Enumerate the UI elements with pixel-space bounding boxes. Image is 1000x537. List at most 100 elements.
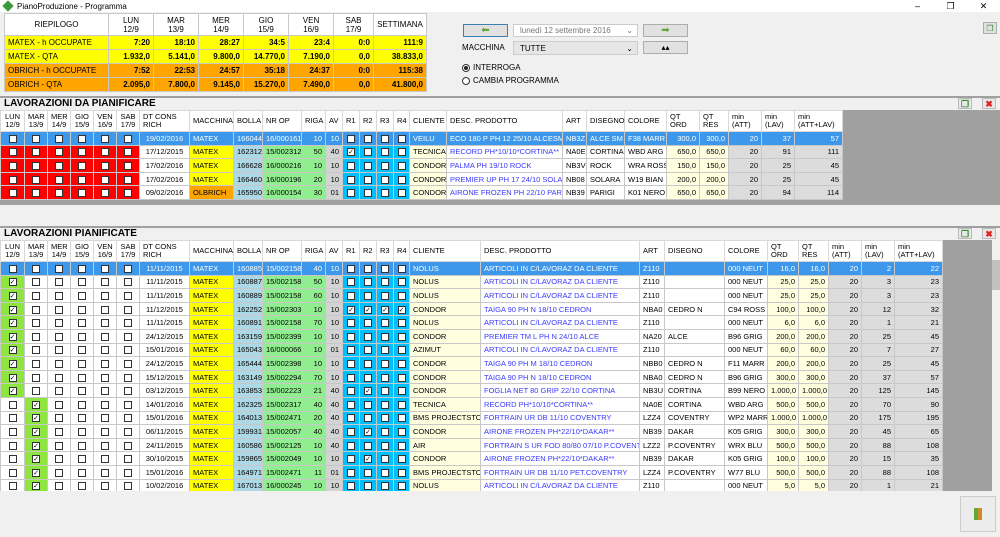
column-header-day[interactable]: GIO 15/9	[70, 110, 94, 132]
r1-checkbox[interactable]	[347, 189, 355, 198]
table-row[interactable]: ✓ 24/12/2015 MATEX 165444 15/002398 10 10 CONDO…	[0, 356, 943, 371]
r3-checkbox[interactable]	[381, 319, 389, 328]
day-checkbox[interactable]	[78, 291, 86, 300]
day-checkbox[interactable]	[78, 189, 86, 198]
r4-checkbox-cell[interactable]	[393, 131, 410, 146]
day-checkbox[interactable]: ✓	[32, 482, 40, 491]
r3-checkbox-cell[interactable]	[376, 478, 394, 491]
day-checkbox[interactable]: ✓	[8, 346, 17, 355]
day-checkbox[interactable]: ✓	[8, 264, 17, 273]
r4-checkbox-cell[interactable]	[393, 342, 410, 358]
day-checkbox[interactable]	[124, 148, 132, 157]
r3-checkbox[interactable]	[381, 468, 389, 477]
r1-checkbox-cell[interactable]	[342, 369, 360, 385]
day-checkbox[interactable]	[78, 482, 86, 491]
day-checkbox-cell[interactable]	[116, 274, 140, 290]
r4-checkbox-cell[interactable]	[393, 171, 410, 187]
day-checkbox-cell[interactable]	[47, 301, 71, 317]
day-checkbox-cell[interactable]	[70, 328, 94, 344]
r4-checkbox-cell[interactable]	[393, 396, 410, 412]
r1-checkbox-cell[interactable]	[342, 410, 360, 426]
day-checkbox[interactable]	[55, 189, 63, 198]
day-checkbox[interactable]	[55, 427, 63, 436]
search-button[interactable]: ▴▴	[643, 41, 688, 54]
day-checkbox-cell[interactable]	[93, 171, 117, 187]
table-row[interactable]: ✓ 10/02/2016 MATEX 167013 16/000245 10 10 NOLUS…	[0, 478, 943, 491]
day-checkbox-cell[interactable]	[93, 261, 117, 276]
table-row[interactable]: 19/02/2016 MATEX 166044 16/000161 10 10 VEILU E…	[0, 131, 843, 146]
r2-checkbox[interactable]	[364, 291, 372, 300]
day-checkbox[interactable]	[32, 346, 40, 355]
r1-checkbox[interactable]	[347, 319, 355, 328]
day-checkbox-cell[interactable]	[116, 131, 140, 146]
column-header-colore[interactable]: COLORE	[724, 240, 768, 262]
r1-checkbox-cell[interactable]	[342, 437, 360, 453]
column-header-r4[interactable]: R4	[393, 110, 410, 132]
column-header-r1[interactable]: R1	[342, 110, 360, 132]
day-checkbox-cell[interactable]	[47, 131, 71, 146]
day-checkbox-cell[interactable]	[47, 437, 71, 453]
vertical-scrollbar[interactable]	[992, 240, 1000, 491]
close-window-button[interactable]: ✕	[967, 0, 1000, 12]
day-checkbox-cell[interactable]	[116, 261, 140, 276]
day-checkbox[interactable]	[101, 305, 109, 314]
table-row[interactable]: ✓ 11/12/2015 MATEX 162252 15/002303 10 10 ✓ ✓ ✓ ✓ C…	[0, 301, 943, 317]
day-checkbox-cell[interactable]	[24, 261, 48, 276]
r1-checkbox[interactable]	[347, 441, 355, 450]
r1-checkbox-cell[interactable]	[342, 328, 360, 344]
r2-checkbox-cell[interactable]: ✓	[359, 383, 377, 398]
day-checkbox-cell[interactable]	[70, 464, 94, 480]
day-checkbox-cell[interactable]	[24, 288, 48, 303]
day-checkbox-cell[interactable]: ✓	[24, 451, 48, 466]
day-checkbox[interactable]	[124, 400, 132, 409]
day-checkbox-cell[interactable]	[93, 356, 117, 371]
r2-checkbox-cell[interactable]	[359, 131, 377, 146]
day-checkbox-cell[interactable]	[116, 396, 140, 412]
day-checkbox-cell[interactable]	[93, 288, 117, 303]
day-checkbox-cell[interactable]	[0, 410, 25, 426]
day-checkbox-cell[interactable]	[116, 144, 140, 160]
r2-checkbox[interactable]	[364, 359, 372, 368]
day-checkbox-cell[interactable]	[0, 437, 25, 453]
r1-checkbox-cell[interactable]	[342, 158, 360, 173]
r4-checkbox[interactable]	[397, 189, 406, 198]
r4-checkbox[interactable]	[397, 175, 406, 184]
day-checkbox-cell[interactable]	[70, 144, 94, 160]
r4-checkbox-cell[interactable]	[393, 383, 410, 398]
r4-checkbox-cell[interactable]	[393, 328, 410, 344]
day-checkbox[interactable]	[78, 264, 86, 273]
day-checkbox[interactable]	[101, 387, 109, 396]
column-header-dt[interactable]: DT CONS RICH	[139, 240, 190, 262]
column-header-min-lav[interactable]: min (LAV)	[761, 110, 795, 132]
day-checkbox-cell[interactable]	[93, 131, 117, 146]
day-checkbox[interactable]	[124, 319, 132, 328]
day-checkbox-cell[interactable]	[0, 171, 25, 187]
r2-checkbox-cell[interactable]	[359, 478, 377, 491]
day-checkbox[interactable]	[8, 161, 17, 170]
table-row[interactable]: ✓ 11/11/2015 MATEX 160889 15/002158 60 10 NOLUS…	[0, 288, 943, 303]
r1-checkbox-cell[interactable]	[342, 396, 360, 412]
r1-checkbox[interactable]	[347, 291, 355, 300]
day-checkbox[interactable]	[32, 305, 40, 314]
column-header-r3[interactable]: R3	[376, 110, 394, 132]
day-checkbox[interactable]	[78, 319, 86, 328]
r2-checkbox-cell[interactable]	[359, 437, 377, 453]
r2-checkbox-cell[interactable]	[359, 261, 377, 276]
column-header-min-lav[interactable]: min (LAV)	[861, 240, 895, 262]
day-checkbox[interactable]	[101, 148, 109, 157]
day-checkbox-cell[interactable]	[47, 185, 71, 200]
day-checkbox[interactable]	[101, 278, 109, 287]
r4-checkbox[interactable]	[397, 441, 406, 450]
day-checkbox-cell[interactable]	[0, 451, 25, 466]
r4-checkbox-cell[interactable]	[393, 261, 410, 276]
r2-checkbox-cell[interactable]	[359, 356, 377, 371]
day-checkbox[interactable]	[101, 441, 109, 450]
day-checkbox[interactable]	[32, 148, 40, 157]
day-checkbox-cell[interactable]	[47, 342, 71, 358]
r3-checkbox-cell[interactable]	[376, 396, 394, 412]
day-checkbox[interactable]	[55, 278, 63, 287]
column-header-macchina[interactable]: MACCHINA	[189, 240, 234, 262]
r3-checkbox[interactable]	[381, 373, 389, 382]
r1-checkbox-cell[interactable]: ✓	[342, 144, 360, 160]
column-header-desc[interactable]: DESC. PRODOTTO	[480, 240, 640, 262]
